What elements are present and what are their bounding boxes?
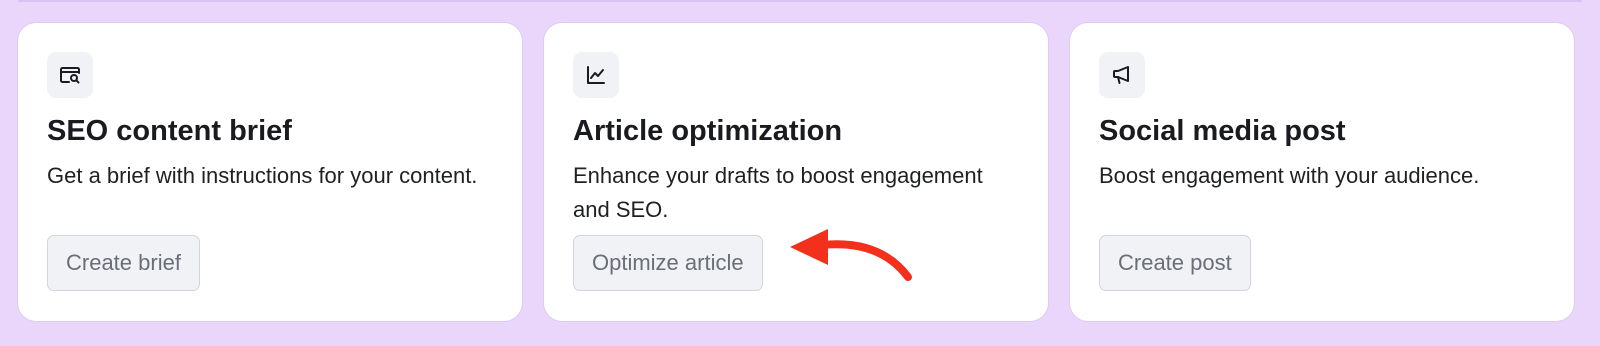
card-seo-content-brief: SEO content brief Get a brief with instr… — [18, 23, 522, 321]
card-description: Boost engagement with your audience. — [1099, 163, 1480, 188]
card-description: Get a brief with instructions for your c… — [47, 163, 478, 188]
megaphone-icon — [1099, 52, 1145, 98]
card-title: Article optimization — [573, 115, 843, 147]
chart-line-icon — [573, 52, 619, 98]
card-title: Social media post — [1099, 115, 1346, 147]
search-document-icon — [47, 52, 93, 98]
optimize-article-button[interactable]: Optimize article — [573, 235, 763, 291]
card-title: SEO content brief — [47, 115, 292, 147]
create-post-button[interactable]: Create post — [1099, 235, 1251, 291]
card-description: Enhance your drafts to boost engagement … — [573, 163, 983, 222]
create-brief-button[interactable]: Create brief — [47, 235, 200, 291]
top-panel-edge — [18, 0, 1582, 2]
card-social-media-post: Social media post Boost engagement with … — [1070, 23, 1574, 321]
annotation-arrow-icon — [790, 229, 912, 281]
